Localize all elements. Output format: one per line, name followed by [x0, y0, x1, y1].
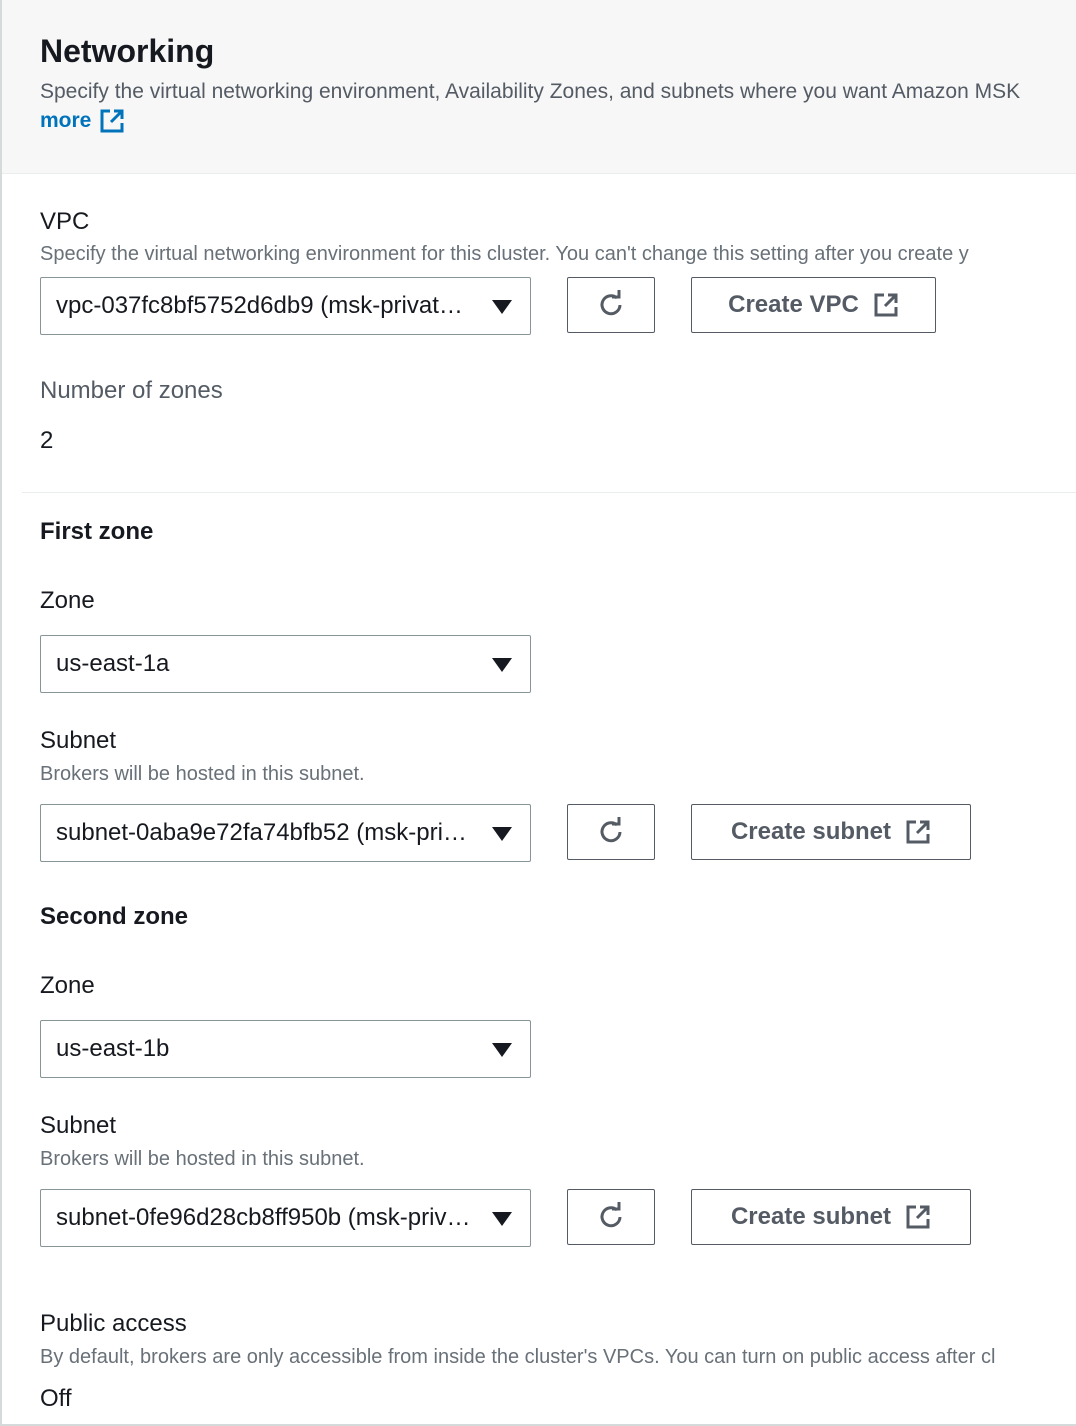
create-first-subnet-button[interactable]: Create subnet — [691, 804, 971, 860]
caret-down-icon — [492, 658, 512, 672]
networking-panel: Networking Specify the virtual networkin… — [0, 0, 1076, 1426]
public-access-value: Off — [40, 1385, 72, 1412]
first-subnet-select[interactable]: subnet-0aba9e72fa74bfb52 (msk-private-su… — [40, 804, 531, 862]
first-zone-label: Zone — [40, 587, 95, 614]
create-vpc-button[interactable]: Create VPC — [691, 277, 936, 333]
section-title: Networking — [40, 33, 215, 69]
refresh-icon — [600, 1202, 622, 1228]
external-link-icon — [906, 820, 930, 844]
vpc-description: Specify the virtual networking environme… — [40, 243, 969, 265]
create-subnet-label: Create subnet — [730, 1203, 892, 1230]
vpc-select[interactable]: vpc-037fc8bf5752d6db9 (msk-private-vpc) — [40, 277, 531, 335]
public-access-label: Public access — [40, 1310, 187, 1337]
external-link-icon — [100, 109, 124, 133]
zones-count-label: Number of zones — [40, 377, 223, 404]
first-zone-select[interactable]: us-east-1a — [40, 635, 531, 693]
first-zone-select-value: us-east-1a — [56, 650, 170, 677]
second-subnet-select-value: subnet-0fe96d28cb8ff950b (msk-private-su… — [56, 1204, 476, 1231]
caret-down-icon — [492, 1212, 512, 1226]
second-zone-label: Zone — [40, 972, 95, 999]
section-description: Specify the virtual networking environme… — [40, 80, 1021, 103]
second-subnet-label: Subnet — [40, 1112, 117, 1139]
first-subnet-select-value: subnet-0aba9e72fa74bfb52 (msk-private-su… — [56, 819, 476, 846]
learn-more-label: more — [40, 109, 92, 132]
vpc-label: VPC — [40, 208, 90, 235]
create-vpc-label: Create VPC — [728, 291, 859, 318]
divider — [22, 492, 1076, 493]
second-subnet-description: Brokers will be hosted in this subnet. — [40, 1148, 365, 1170]
caret-down-icon — [492, 827, 512, 841]
second-zone-heading: Second zone — [40, 903, 189, 930]
zones-count-value: 2 — [40, 427, 54, 454]
section-header: Networking Specify the virtual networkin… — [2, 0, 1076, 174]
caret-down-icon — [492, 1043, 512, 1057]
first-subnet-label: Subnet — [40, 727, 117, 754]
public-access-description: By default, brokers are only accessible … — [40, 1346, 996, 1368]
refresh-icon — [600, 817, 622, 843]
caret-down-icon — [492, 300, 512, 314]
first-zone-heading: First zone — [40, 518, 154, 545]
vpc-select-value: vpc-037fc8bf5752d6db9 (msk-private-vpc) — [56, 292, 476, 319]
external-link-icon — [874, 293, 898, 317]
first-subnet-description: Brokers will be hosted in this subnet. — [40, 763, 365, 785]
learn-more-link[interactable]: more — [40, 108, 125, 134]
refresh-icon — [600, 290, 622, 316]
create-subnet-label: Create subnet — [730, 818, 892, 845]
second-zone-select-value: us-east-1b — [56, 1035, 170, 1062]
refresh-vpc-button[interactable] — [567, 277, 655, 333]
second-zone-select[interactable]: us-east-1b — [40, 1020, 531, 1078]
refresh-first-subnet-button[interactable] — [567, 804, 655, 860]
external-link-icon — [906, 1205, 930, 1229]
create-second-subnet-button[interactable]: Create subnet — [691, 1189, 971, 1245]
second-subnet-select[interactable]: subnet-0fe96d28cb8ff950b (msk-private-su… — [40, 1189, 531, 1247]
refresh-second-subnet-button[interactable] — [567, 1189, 655, 1245]
